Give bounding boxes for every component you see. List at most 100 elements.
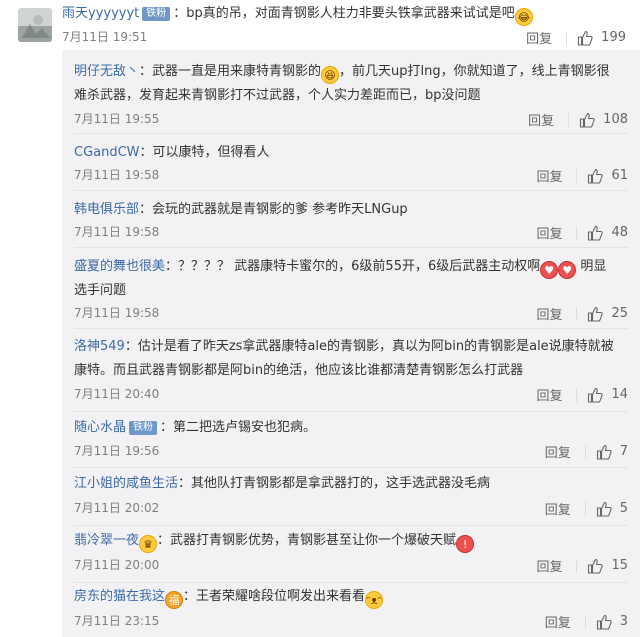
comment-text: ：bp真的吊，对面青钢影人柱力非要头铁拿武器来试试是吧 bbox=[173, 6, 515, 21]
like-button[interactable]: 25 bbox=[587, 306, 628, 322]
like-button[interactable]: 3 bbox=[596, 614, 628, 630]
reply-item: 盛夏的舞也很美：？？？？ 武器康特卡蜜尔的，6级前55开，6级后武器主动权啊 ♥ ♥… bbox=[62, 248, 640, 328]
reply-username[interactable]: 随心水晶 bbox=[74, 420, 126, 435]
divider bbox=[576, 168, 578, 183]
divider bbox=[568, 112, 570, 127]
fan-badge[interactable]: 铁粉 bbox=[142, 7, 171, 21]
like-count: 61 bbox=[611, 168, 628, 183]
emoji-heart-eyes-icon: ♥ bbox=[558, 261, 577, 279]
reply-button[interactable]: 回复 bbox=[545, 442, 571, 461]
like-count: 14 bbox=[611, 387, 628, 402]
reply-actions: 回复 5 bbox=[545, 499, 628, 518]
reply-username[interactable]: 房东的猫在我这 bbox=[74, 589, 165, 604]
comment-line: 雨天yyyyyyt 铁粉 ：bp真的吊，对面青钢影人柱力非要头铁拿武器来试试是吧 😂 bbox=[62, 4, 632, 26]
reply-text: 明显 bbox=[576, 259, 607, 274]
like-count: 3 bbox=[619, 614, 628, 629]
timestamp: 7月11日 19:58 bbox=[74, 306, 160, 320]
reply-button[interactable]: 回复 bbox=[536, 385, 562, 404]
timestamp: 7月11日 19:58 bbox=[74, 225, 160, 239]
like-button[interactable]: 108 bbox=[579, 112, 628, 128]
reply-username[interactable]: 韩电俱乐部 bbox=[74, 202, 139, 217]
reply-meta: 7月11日 23:15 bbox=[74, 612, 159, 630]
thumbs-up-icon bbox=[588, 558, 604, 574]
reply-item: 房东的猫在我这福：王者荣耀啥段位啊发出来看看ᵔᴥᵔ 7月11日 23:15 回复… bbox=[62, 583, 640, 637]
reply-username[interactable]: 洛神549 bbox=[74, 339, 125, 354]
reply-button[interactable]: 回复 bbox=[536, 223, 562, 242]
timestamp: 7月11日 23:15 bbox=[74, 614, 160, 628]
reply-button[interactable]: 回复 bbox=[536, 556, 562, 575]
reply-actions: 回复 14 bbox=[536, 385, 628, 404]
reply-button[interactable]: 回复 bbox=[536, 166, 562, 185]
like-button[interactable]: 5 bbox=[596, 501, 628, 517]
like-count: 5 bbox=[619, 501, 628, 516]
reply-line: 选手问题 bbox=[74, 280, 632, 302]
reply-text: 康特。而且武器青钢影都是阿bin的绝活，他应该比谁都清楚青钢影怎么打武器 bbox=[74, 363, 524, 378]
emoji-laughing-icon: 😆 bbox=[321, 66, 340, 84]
divider bbox=[576, 225, 578, 240]
thumbs-up-icon bbox=[596, 501, 612, 517]
reply-line: 翡冷翠一夜 ♛ ：武器打青钢影优势，青钢影甚至让你一个爆破天赋! bbox=[74, 530, 632, 553]
reply-line: 房东的猫在我这福：王者荣耀啥段位啊发出来看看ᵔᴥᵔ bbox=[74, 586, 632, 609]
fan-badge[interactable]: 铁粉 bbox=[129, 421, 158, 435]
like-count: 108 bbox=[603, 112, 628, 127]
reply-item: 随心水晶 铁粉 ：第二把选卢锡安也犯病。 7月11日 19:56 回复 7 bbox=[62, 412, 640, 467]
thumbs-up-icon bbox=[580, 112, 595, 128]
timestamp: 7月11日 19:51 bbox=[62, 30, 148, 44]
reply-text: ：第二把选卢锡安也犯病。 bbox=[160, 420, 317, 435]
username-link[interactable]: 雨天yyyyyyt bbox=[62, 6, 139, 21]
reply-meta: 7月11日 20:02 bbox=[74, 499, 159, 517]
like-count: 7 bbox=[619, 444, 628, 459]
like-button[interactable]: 7 bbox=[596, 444, 628, 460]
reply-button[interactable]: 回复 bbox=[528, 110, 554, 129]
thumbs-up-icon bbox=[588, 168, 604, 184]
reply-item: 江小姐的咸鱼生活：其他队打青钢影都是拿武器打的，这手选武器没毛病 7月11日 2… bbox=[62, 468, 640, 525]
like-button[interactable]: 61 bbox=[587, 168, 628, 184]
thumbs-up-icon bbox=[596, 614, 612, 630]
reply-text: ：估计是看了昨天zs拿武器康特ale的青钢影，真以为阿bin的青钢影是ale说康… bbox=[124, 339, 614, 354]
thumbs-up-icon bbox=[578, 30, 593, 46]
reply-text: ：会玩的武器就是青钢影的爹 参考昨天LNGup bbox=[139, 202, 408, 217]
emoji-angry-icon: ! bbox=[456, 535, 475, 553]
reply-text: ：王者荣耀啥段位啊发出来看看 bbox=[183, 589, 366, 604]
reply-line: CGandCW：可以康特，但得看人 bbox=[74, 142, 632, 164]
reply-actions: 回复 61 bbox=[536, 166, 628, 185]
like-button[interactable]: 199 bbox=[577, 30, 626, 46]
reply-text: ：可以康特，但得看人 bbox=[139, 145, 270, 160]
replies-panel: 明仔无敌丶：武器一直是用来康特青钢影的 😆 ，前几天up打lng，你就知道了，线上青… bbox=[62, 50, 640, 637]
like-button[interactable]: 48 bbox=[587, 225, 628, 241]
like-count: 25 bbox=[611, 306, 628, 321]
like-button[interactable]: 14 bbox=[587, 387, 628, 403]
reply-item: 明仔无敌丶：武器一直是用来康特青钢影的 😆 ，前几天up打lng，你就知道了，线上青… bbox=[62, 50, 640, 133]
reply-text: ：武器打青钢影优势，青钢影甚至让你一个爆破天赋 bbox=[157, 533, 457, 548]
like-button[interactable]: 15 bbox=[587, 558, 628, 574]
reply-meta: 7月11日 19:56 bbox=[74, 442, 159, 460]
reply-text: ：武器一直是用来康特青钢影的 bbox=[139, 64, 322, 79]
reply-line: 江小姐的咸鱼生活：其他队打青钢影都是拿武器打的，这手选武器没毛病 bbox=[74, 473, 632, 495]
reply-button[interactable]: 回复 bbox=[536, 304, 562, 323]
reply-button[interactable]: 回复 bbox=[545, 499, 571, 518]
reply-button[interactable]: 回复 bbox=[545, 612, 571, 631]
divider bbox=[576, 387, 578, 402]
avatar[interactable] bbox=[18, 8, 52, 42]
emoji-heart-eyes-icon: ♥ bbox=[540, 261, 559, 279]
divider bbox=[584, 444, 586, 459]
emoji-grin-icon: ᵔᴥᵔ bbox=[365, 591, 384, 609]
reply-username[interactable]: 盛夏的舞也很美 bbox=[74, 259, 165, 274]
timestamp: 7月11日 20:40 bbox=[74, 387, 160, 401]
reply-actions: 回复 48 bbox=[536, 223, 628, 242]
thumbs-up-icon bbox=[588, 225, 604, 241]
like-count: 15 bbox=[611, 558, 628, 573]
reply-item: 洛神549：估计是看了昨天zs拿武器康特ale的青钢影，真以为阿bin的青钢影是… bbox=[62, 329, 640, 411]
reply-username[interactable]: 江小姐的咸鱼生活 bbox=[74, 476, 178, 491]
divider bbox=[576, 558, 578, 573]
reply-meta: 7月11日 20:40 bbox=[74, 385, 159, 403]
reply-username[interactable]: 明仔无敌丶 bbox=[74, 64, 139, 79]
reply-actions: 回复 15 bbox=[536, 556, 628, 575]
thumbs-up-icon bbox=[588, 306, 604, 322]
lucky-bag-icon: 福 bbox=[165, 591, 184, 609]
reply-button[interactable]: 回复 bbox=[526, 28, 552, 47]
reply-username[interactable]: CGandCW bbox=[74, 145, 140, 160]
reply-username[interactable]: 翡冷翠一夜 bbox=[74, 533, 139, 548]
timestamp: 7月11日 19:56 bbox=[74, 444, 160, 458]
timestamp: 7月11日 20:00 bbox=[74, 558, 160, 572]
